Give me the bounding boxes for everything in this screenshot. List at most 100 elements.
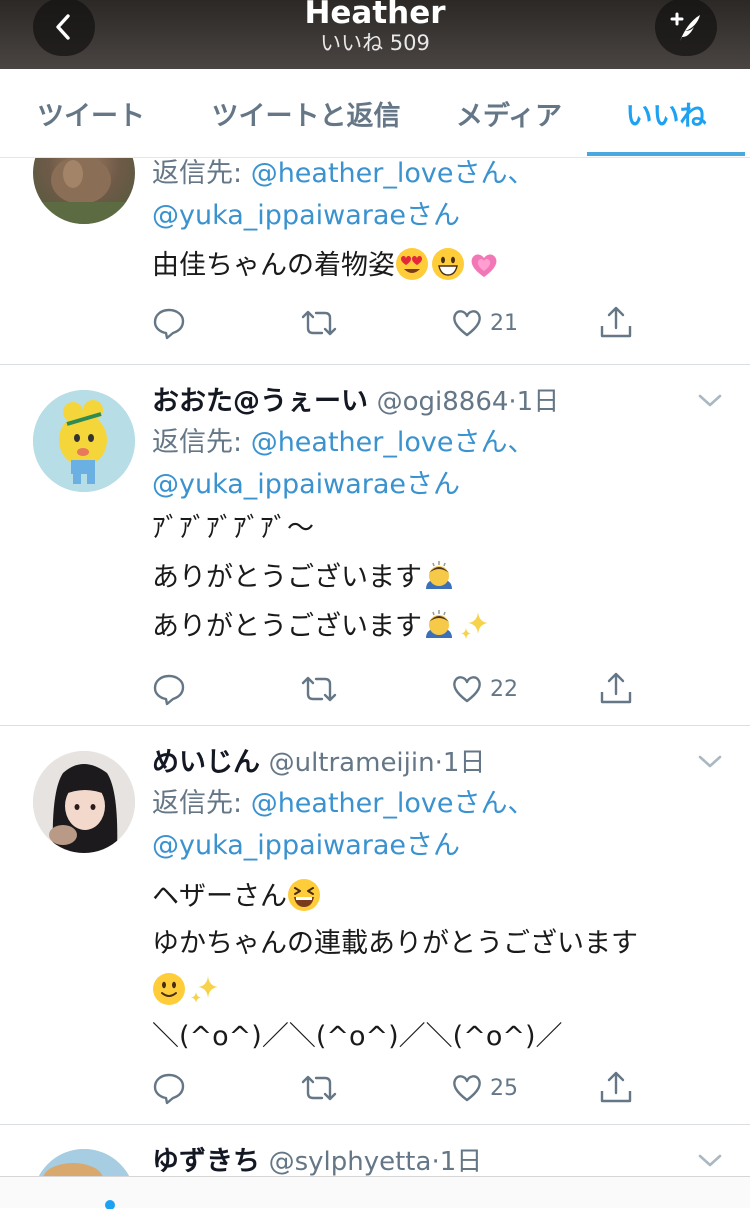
reply-button[interactable] (152, 672, 186, 706)
tweet-line: ゆかちゃんの連載ありがとうございます (152, 928, 638, 959)
tweet-item[interactable]: 返信先: @heather_loveさん、 @yuka_ippaiwaraeさん… (0, 158, 750, 364)
like-button[interactable]: 22 (450, 672, 518, 706)
tweet-item[interactable]: ゆずきち @sylphyetta·1日 (0, 1125, 750, 1176)
retweet-icon (301, 676, 337, 702)
tab-likes[interactable]: いいね (607, 69, 725, 157)
reply-icon (153, 1073, 185, 1105)
heart-icon (453, 310, 481, 337)
retweet-button[interactable] (300, 306, 338, 340)
tweet-line: ありがとうございます (152, 606, 494, 648)
heart-eyes-emoji (396, 248, 428, 280)
tab-media[interactable]: メディア (446, 69, 572, 157)
likes-count-subtitle: いいね 509 (320, 31, 430, 55)
avatar-photo (33, 390, 135, 492)
share-button[interactable] (598, 1069, 634, 1105)
like-count: 21 (490, 310, 518, 336)
tweet-time: ·1日 (508, 387, 560, 417)
author-name[interactable]: ゆずきち (152, 1146, 260, 1176)
tweet-item[interactable]: おおた@うぇーい @ogi8864·1日 返信先: @heather_loveさ… (0, 365, 750, 725)
retweet-button[interactable] (300, 672, 338, 706)
profile-header: Heather いいね 509 (0, 0, 750, 69)
heart-icon (453, 676, 481, 703)
tweet-text: 由佳ちゃんの着物姿 (152, 245, 503, 287)
mention-link[interactable]: @yuka_ippaiwaraeさん (152, 200, 460, 231)
author-handle[interactable]: @ogi8864 (377, 387, 509, 417)
bowing-person-emoji (426, 561, 452, 589)
reply-button[interactable] (152, 1071, 186, 1105)
reply-prefix: 返信先: (152, 427, 251, 458)
tweet-author-line[interactable]: めいじん @ultrameijin·1日 (152, 742, 485, 784)
author-handle[interactable]: @ultrameijin (269, 748, 435, 778)
tweet-author-line[interactable]: ゆずきち @sylphyetta·1日 (152, 1141, 482, 1176)
avatar-photo (33, 751, 135, 853)
mention-link[interactable]: @heather_loveさん、 (251, 427, 535, 458)
profile-name-title: Heather (304, 0, 446, 31)
reply-to-line-2: @yuka_ippaiwaraeさん (152, 195, 460, 237)
author-handle[interactable]: @sylphyetta (269, 1147, 432, 1176)
like-count: 25 (490, 1075, 518, 1101)
tweet-line-text: ヘザーさん (152, 881, 287, 912)
share-icon (600, 672, 632, 704)
author-name[interactable]: おおた@うぇーい (152, 386, 368, 417)
avatar[interactable] (33, 390, 135, 492)
compose-icon (670, 12, 700, 41)
reply-to-line: 返信先: @heather_loveさん、 (152, 783, 534, 825)
tweet-time: ·1日 (434, 748, 486, 778)
reply-icon (153, 308, 185, 340)
share-icon (600, 306, 632, 338)
reply-prefix: 返信先: (152, 158, 251, 189)
tweet-item[interactable]: めいじん @ultrameijin·1日 返信先: @heather_loveさ… (0, 726, 750, 1124)
chevron-down-icon[interactable] (697, 1151, 723, 1171)
tweet-line: ｱﾞｱﾞｱﾞｱﾞｱﾞ～ (152, 513, 314, 544)
author-name[interactable]: めいじん (152, 747, 260, 778)
tweet-line: 由佳ちゃんの着物姿 (152, 250, 395, 281)
mention-link[interactable]: @yuka_ippaiwaraeさん (152, 830, 460, 861)
share-button[interactable] (598, 670, 634, 706)
active-tab-indicator (587, 152, 745, 156)
tab-tweets[interactable]: ツイート (20, 69, 162, 157)
reply-to-line-2: @yuka_ippaiwaraeさん (152, 825, 460, 867)
retweet-button[interactable] (300, 1071, 338, 1105)
sparkles-emoji (461, 612, 488, 639)
profile-tabs: ツイート ツイートと返信 メディア いいね (0, 69, 750, 158)
tweet-emoji-line (152, 970, 224, 1012)
avatar[interactable] (33, 158, 135, 224)
laughing-emoji (288, 879, 320, 911)
slightly-smiling-emoji (153, 973, 185, 1005)
retweet-icon (301, 310, 337, 336)
reply-to-line: 返信先: @heather_loveさん、 (152, 422, 534, 464)
like-button[interactable]: 21 (450, 306, 518, 340)
avatar[interactable] (33, 751, 135, 853)
bottom-tab-bar (0, 1176, 750, 1209)
reply-icon (153, 674, 185, 706)
mention-link[interactable]: @yuka_ippaiwaraeさん (152, 469, 460, 500)
share-icon (600, 1071, 632, 1103)
tweet-line-text: ありがとうございます (152, 562, 422, 593)
chevron-down-icon[interactable] (697, 391, 723, 411)
like-count: 22 (490, 676, 518, 702)
compose-tweet-button[interactable] (655, 0, 717, 56)
likes-timeline[interactable]: 返信先: @heather_loveさん、 @yuka_ippaiwaraeさん… (0, 158, 750, 1176)
tweet-line-text: ありがとうございます (152, 611, 422, 642)
chevron-down-icon[interactable] (697, 752, 723, 772)
reply-prefix: 返信先: (152, 788, 251, 819)
tweet-line: ＼(^o^)／＼(^o^)／＼(^o^)／ (152, 1021, 563, 1052)
avatar[interactable] (33, 1149, 135, 1176)
tab-tweets-and-replies[interactable]: ツイートと返信 (200, 69, 412, 157)
avatar-photo (33, 1149, 135, 1176)
tweet-line: ありがとうございます (152, 557, 458, 599)
mention-link[interactable]: @heather_loveさん、 (251, 158, 535, 189)
reply-button[interactable] (152, 306, 186, 340)
tweet-line: ヘザーさん (152, 876, 323, 918)
sparkles-emoji (191, 976, 218, 1003)
tweet-author-line[interactable]: おおた@うぇーい @ogi8864·1日 (152, 381, 559, 423)
avatar-photo (33, 158, 135, 224)
mention-link[interactable]: @heather_loveさん、 (251, 788, 535, 819)
reply-to-line-2: @yuka_ippaiwaraeさん (152, 464, 460, 506)
like-button[interactable]: 25 (450, 1071, 518, 1105)
grinning-emoji (432, 248, 464, 280)
heart-icon (453, 1075, 481, 1102)
retweet-icon (301, 1075, 337, 1101)
share-button[interactable] (598, 304, 634, 340)
tweet-time: ·1日 (431, 1147, 483, 1176)
